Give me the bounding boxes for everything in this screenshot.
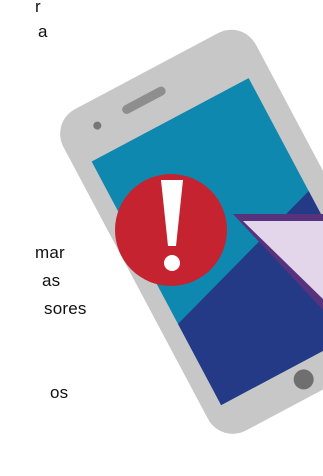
alert-exclamation-dot [164, 255, 180, 271]
canvas: r a mar as sores os [0, 0, 323, 476]
alert-badge-group [115, 174, 227, 286]
phone-illustration [60, 29, 323, 434]
